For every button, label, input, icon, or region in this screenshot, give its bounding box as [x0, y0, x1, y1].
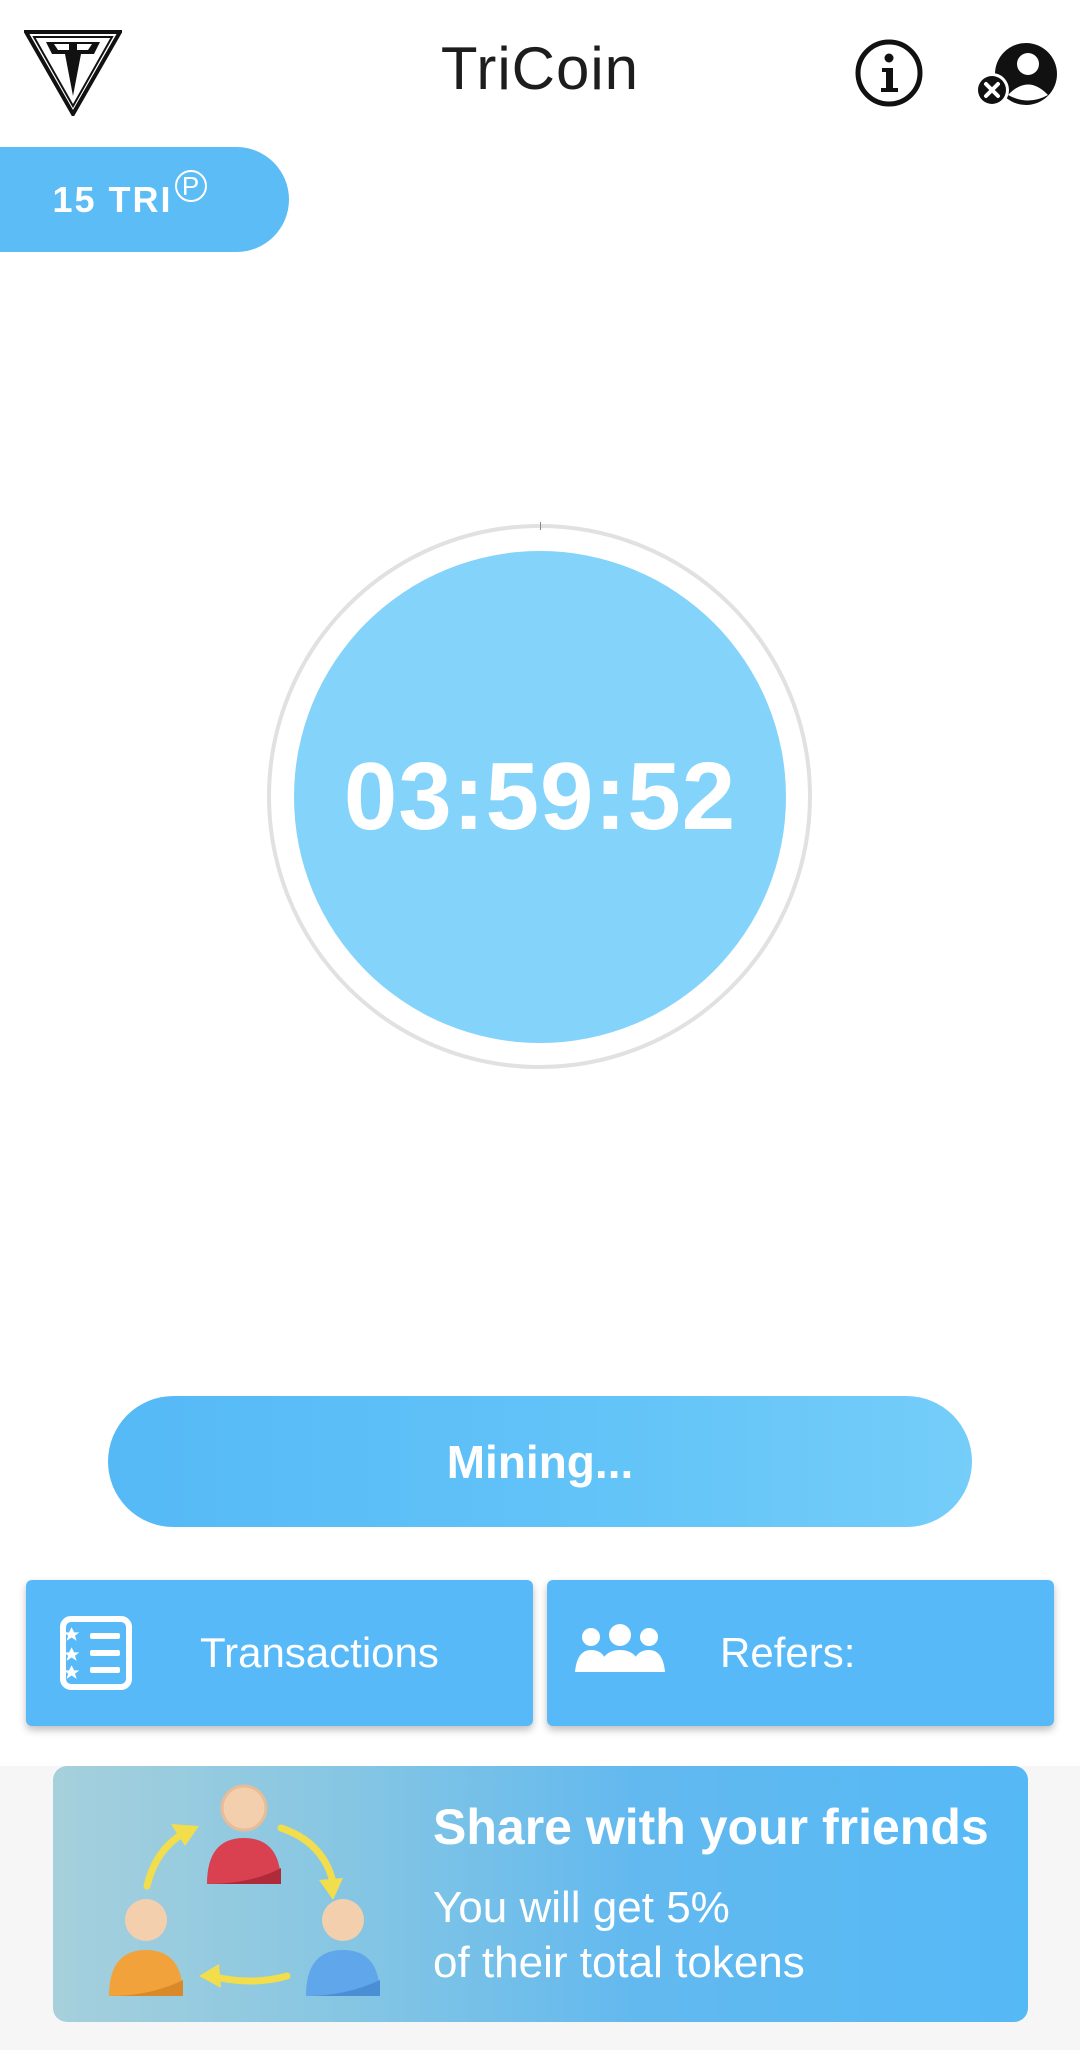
share-banner-description: You will get 5% of their total tokens [433, 1880, 805, 1990]
refers-label: Refers: [720, 1629, 856, 1676]
share-banner-line1: You will get 5% [433, 1883, 730, 1932]
share-banner[interactable]: Share with your friends You will get 5% … [53, 1766, 1028, 2022]
group-icon [575, 1624, 665, 1672]
transactions-list-icon [60, 1616, 132, 1690]
timer-countdown: 03:59:52 [343, 743, 737, 850]
info-icon[interactable] [854, 38, 924, 108]
timer-progress-marker [540, 522, 541, 530]
balance-badge[interactable]: 15 TRI P [0, 147, 289, 252]
refers-button[interactable]: Refers: [547, 1580, 1054, 1726]
share-banner-line2: of their total tokens [433, 1938, 805, 1987]
profile-remove-icon[interactable] [974, 40, 1058, 112]
share-banner-title: Share with your friends [433, 1799, 989, 1855]
transactions-label: Transactions [200, 1629, 439, 1676]
app-header: TriCoin [0, 0, 1080, 150]
transactions-button[interactable]: Transactions [26, 1580, 533, 1726]
balance-amount: 15 TRI [52, 178, 173, 220]
share-referral-illustration [109, 1784, 380, 1996]
currency-symbol: P [174, 169, 207, 202]
mining-button[interactable]: Mining... [108, 1396, 972, 1527]
mining-timer: 03:59:52 [294, 551, 786, 1043]
